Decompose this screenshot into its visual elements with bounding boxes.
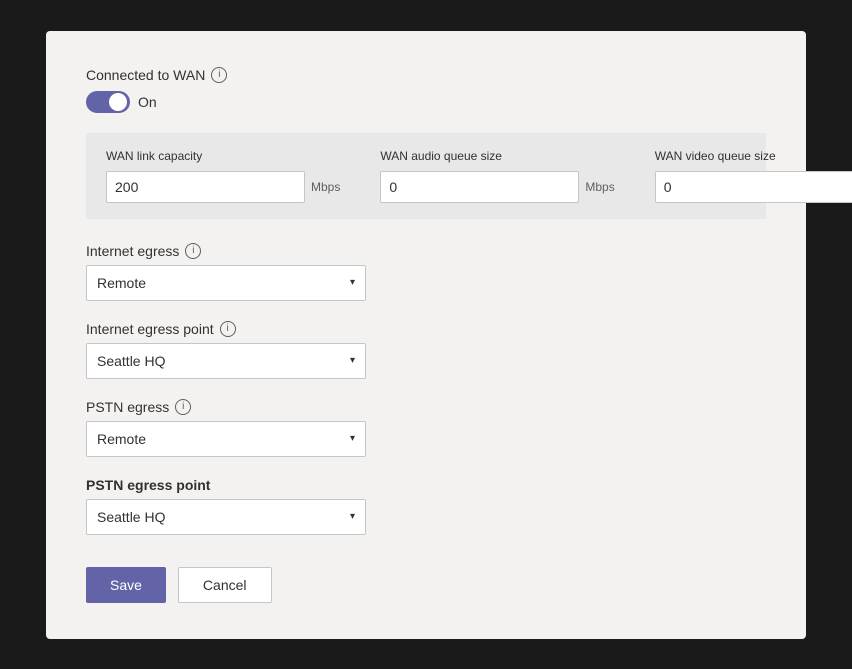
pstn-egress-chevron-icon: ▾ bbox=[350, 433, 355, 444]
toggle-knob bbox=[109, 93, 127, 111]
internet-egress-point-group: Internet egress point i Seattle HQ ▾ bbox=[86, 321, 766, 379]
internet-egress-point-info-icon[interactable]: i bbox=[220, 321, 236, 337]
internet-egress-value: Remote bbox=[97, 275, 146, 291]
internet-egress-info-icon[interactable]: i bbox=[185, 243, 201, 259]
internet-egress-dropdown[interactable]: Remote ▾ bbox=[86, 265, 366, 301]
wan-link-capacity-input-row: Mbps bbox=[106, 171, 340, 203]
pstn-egress-group: PSTN egress i Remote ▾ bbox=[86, 399, 766, 457]
wan-metrics-box: WAN link capacity Mbps WAN audio queue s… bbox=[86, 133, 766, 219]
pstn-egress-point-label-row: PSTN egress point bbox=[86, 477, 766, 493]
pstn-egress-point-chevron-icon: ▾ bbox=[350, 511, 355, 522]
connected-wan-info-icon[interactable]: i bbox=[211, 67, 227, 83]
wan-video-queue-input-row: Mbps bbox=[655, 171, 852, 203]
connected-wan-toggle[interactable] bbox=[86, 91, 130, 113]
cancel-button[interactable]: Cancel bbox=[178, 567, 272, 603]
wan-link-capacity-label: WAN link capacity bbox=[106, 149, 340, 163]
wan-audio-queue-input-row: Mbps bbox=[380, 171, 614, 203]
save-button[interactable]: Save bbox=[86, 567, 166, 603]
pstn-egress-point-value: Seattle HQ bbox=[97, 509, 165, 525]
wan-video-queue-group: WAN video queue size Mbps bbox=[655, 149, 852, 203]
wan-audio-queue-input[interactable] bbox=[380, 171, 579, 203]
wan-audio-queue-group: WAN audio queue size Mbps bbox=[380, 149, 614, 203]
button-row: Save Cancel bbox=[86, 567, 766, 603]
wan-link-capacity-unit: Mbps bbox=[311, 180, 340, 194]
internet-egress-label: Internet egress bbox=[86, 243, 179, 259]
internet-egress-point-chevron-icon: ▾ bbox=[350, 355, 355, 366]
internet-egress-point-label-row: Internet egress point i bbox=[86, 321, 766, 337]
internet-egress-label-row: Internet egress i bbox=[86, 243, 766, 259]
pstn-egress-point-group: PSTN egress point Seattle HQ ▾ bbox=[86, 477, 766, 535]
toggle-label: On bbox=[138, 94, 157, 110]
internet-egress-point-value: Seattle HQ bbox=[97, 353, 165, 369]
wan-video-queue-label: WAN video queue size bbox=[655, 149, 852, 163]
internet-egress-group: Internet egress i Remote ▾ bbox=[86, 243, 766, 301]
wan-video-queue-input[interactable] bbox=[655, 171, 852, 203]
wan-link-capacity-group: WAN link capacity Mbps bbox=[106, 149, 340, 203]
pstn-egress-label: PSTN egress bbox=[86, 399, 169, 415]
internet-egress-point-label: Internet egress point bbox=[86, 321, 214, 337]
settings-modal: Connected to WAN i On WAN link capacity … bbox=[46, 31, 806, 639]
pstn-egress-value: Remote bbox=[97, 431, 146, 447]
connected-wan-label: Connected to WAN bbox=[86, 67, 205, 83]
connected-wan-row: Connected to WAN i bbox=[86, 67, 766, 83]
internet-egress-chevron-icon: ▾ bbox=[350, 277, 355, 288]
pstn-egress-dropdown[interactable]: Remote ▾ bbox=[86, 421, 366, 457]
pstn-egress-label-row: PSTN egress i bbox=[86, 399, 766, 415]
pstn-egress-point-dropdown[interactable]: Seattle HQ ▾ bbox=[86, 499, 366, 535]
wan-audio-queue-unit: Mbps bbox=[585, 180, 614, 194]
pstn-egress-point-label: PSTN egress point bbox=[86, 477, 210, 493]
toggle-row: On bbox=[86, 91, 766, 113]
wan-link-capacity-input[interactable] bbox=[106, 171, 305, 203]
pstn-egress-info-icon[interactable]: i bbox=[175, 399, 191, 415]
internet-egress-point-dropdown[interactable]: Seattle HQ ▾ bbox=[86, 343, 366, 379]
wan-audio-queue-label: WAN audio queue size bbox=[380, 149, 614, 163]
